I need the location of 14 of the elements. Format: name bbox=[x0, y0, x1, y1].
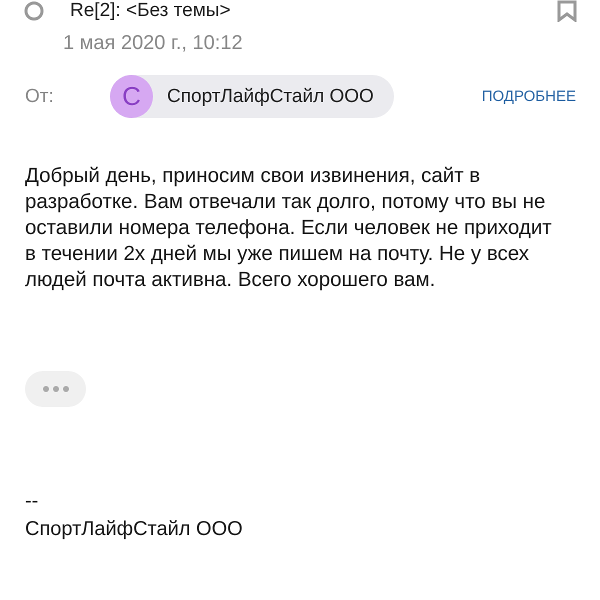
bookmark-icon[interactable] bbox=[556, 0, 578, 22]
show-quote-button[interactable] bbox=[25, 371, 86, 407]
email-date: 1 мая 2020 г., 10:12 bbox=[63, 32, 244, 55]
from-label: От: bbox=[25, 86, 55, 108]
details-link[interactable]: ПОДРОБНЕЕ bbox=[482, 88, 576, 105]
avatar: С bbox=[110, 75, 153, 118]
more-icon bbox=[42, 386, 68, 392]
signature-line: -- bbox=[25, 489, 40, 514]
signature-line: СпортЛайфСтайл ООО bbox=[25, 517, 244, 542]
email-body: Добрый день, приносим свои извинения, сайт в разработке. Вам отвечали так долго, потому что вы не оставили номера телефона. Если человек не приходит в течении 2х дней мы уже пишем на почту. Не у всех людей почта активна. Всего хорошего вам. bbox=[25, 163, 553, 293]
sender-name: СпортЛайфСтайл ООО bbox=[167, 86, 374, 108]
sender-chip[interactable]: С СпортЛайфСтайл ООО bbox=[110, 75, 394, 118]
circle-icon[interactable] bbox=[24, 1, 44, 21]
email-subject: Re[2]: <Без темы> bbox=[70, 0, 232, 22]
